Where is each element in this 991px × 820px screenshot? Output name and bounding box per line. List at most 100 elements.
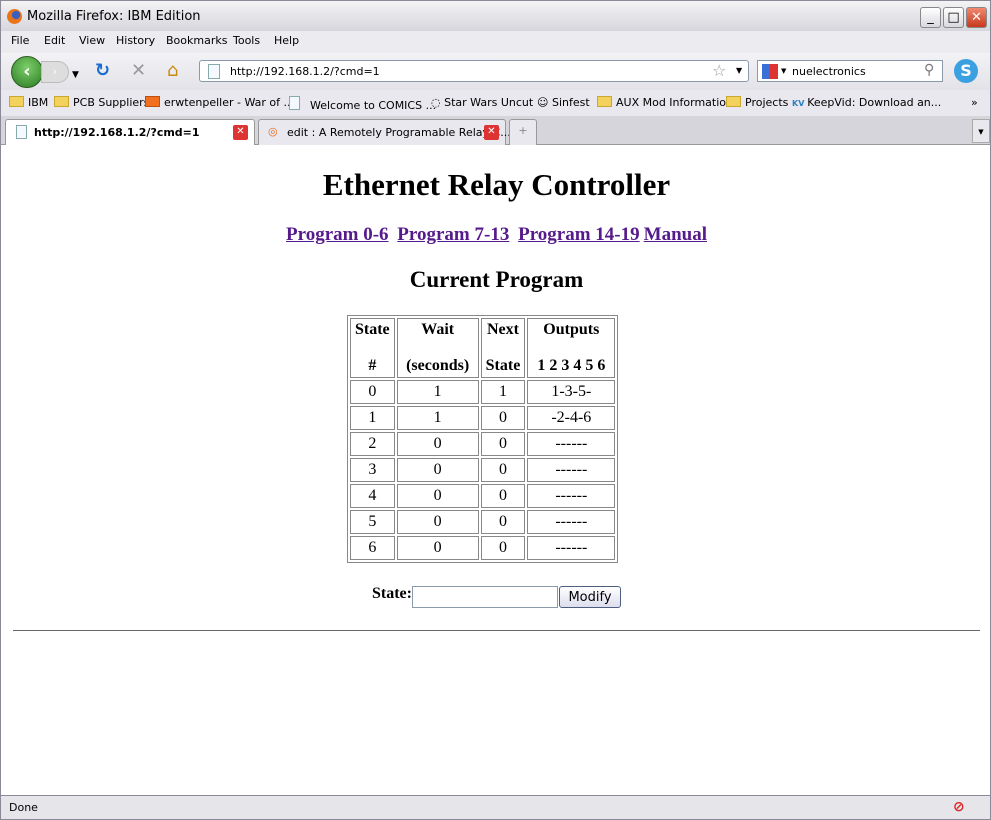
bookmark-item[interactable]: AUX Mod Information bbox=[597, 96, 733, 109]
table-cell: 1 bbox=[350, 406, 395, 430]
table-row: 2 0 0 ------ bbox=[350, 432, 616, 456]
table-cell: ------ bbox=[527, 432, 616, 456]
close-tab-icon[interactable]: ✕ bbox=[484, 125, 499, 140]
page-icon bbox=[289, 96, 300, 110]
reload-icon[interactable]: ↻ bbox=[95, 61, 110, 81]
table-cell: 0 bbox=[396, 536, 479, 560]
cloud-icon bbox=[145, 96, 160, 107]
new-tab-button[interactable]: + bbox=[509, 119, 537, 145]
search-icon[interactable]: ⚲ bbox=[924, 62, 934, 78]
status-bar: Done ⊘ bbox=[0, 795, 991, 820]
bookmark-item[interactable]: Projects bbox=[726, 96, 788, 109]
skype-icon[interactable]: S bbox=[954, 59, 978, 83]
menu-help[interactable]: Help bbox=[274, 34, 299, 47]
table-cell: 1 bbox=[396, 406, 479, 430]
url-bar[interactable]: http://192.168.1.2/?cmd=1 ☆ ▼ bbox=[199, 60, 749, 82]
folder-icon bbox=[726, 96, 741, 107]
menu-file[interactable]: File bbox=[11, 34, 29, 47]
table-cell: ------ bbox=[527, 510, 616, 534]
column-header: Next State bbox=[480, 318, 526, 378]
tab-bar: http://192.168.1.2/?cmd=1 ✕ ◎ edit : A R… bbox=[0, 116, 991, 146]
bookmark-item[interactable]: Welcome to COMICS ... bbox=[289, 96, 436, 112]
star-wars-icon: ◌ bbox=[431, 96, 445, 109]
forward-button[interactable]: › bbox=[41, 61, 69, 83]
url-dropdown-icon[interactable]: ▼ bbox=[736, 66, 742, 75]
google-icon[interactable] bbox=[762, 64, 778, 79]
bookmark-item[interactable]: KV KeepVid: Download an... bbox=[792, 96, 941, 109]
tab-edit[interactable]: ◎ edit : A Remotely Programable Relay C.… bbox=[258, 119, 511, 145]
keepvid-icon: KV bbox=[792, 99, 808, 108]
table-cell: 0 bbox=[480, 484, 526, 508]
bookmarks-toolbar: IBM PCB Suppliers erwtenpeller - War of … bbox=[0, 90, 991, 116]
status-text: Done bbox=[9, 801, 38, 814]
column-header: Wait (seconds) bbox=[396, 318, 479, 378]
menu-history[interactable]: History bbox=[116, 34, 155, 47]
bookmark-label: Projects bbox=[745, 96, 789, 109]
adblock-icon[interactable]: ⊘ bbox=[953, 799, 965, 815]
engine-dropdown-icon[interactable]: ▼ bbox=[781, 67, 786, 75]
home-icon[interactable]: ⌂ bbox=[167, 61, 178, 81]
table-cell: 1-3-5- bbox=[527, 380, 616, 404]
table-cell: 0 bbox=[480, 510, 526, 534]
table-cell: 0 bbox=[396, 432, 479, 456]
link-program-0-6[interactable]: Program 0-6 bbox=[286, 224, 389, 245]
table-cell: 5 bbox=[350, 510, 395, 534]
bookmark-label: Star Wars Uncut bbox=[444, 96, 534, 109]
bookmarks-overflow-button[interactable]: » bbox=[971, 96, 978, 109]
folder-icon bbox=[597, 96, 612, 107]
table-row: 4 0 0 ------ bbox=[350, 484, 616, 508]
minimize-button[interactable]: _ bbox=[920, 7, 941, 28]
page-content: Ethernet Relay Controller Program 0-6 Pr… bbox=[0, 145, 991, 795]
back-button[interactable]: ‹ bbox=[11, 56, 43, 88]
menu-tools[interactable]: Tools bbox=[233, 34, 260, 47]
bookmark-item[interactable]: IBM bbox=[9, 96, 48, 109]
table-cell: ------ bbox=[527, 536, 616, 560]
maximize-button[interactable]: □ bbox=[943, 7, 964, 28]
table-cell: 0 bbox=[480, 458, 526, 482]
section-heading: Current Program bbox=[409, 267, 584, 292]
tab-label: edit : A Remotely Programable Relay C... bbox=[287, 126, 511, 139]
modify-button[interactable]: Modify bbox=[559, 586, 621, 608]
menu-view[interactable]: View bbox=[79, 34, 105, 47]
program-table: State # Wait (seconds) Next State Outputs 1 2 3… bbox=[347, 315, 619, 563]
table-cell: 3 bbox=[350, 458, 395, 482]
menu-edit[interactable]: Edit bbox=[44, 34, 65, 47]
face-icon: ☺ bbox=[537, 96, 552, 109]
menu-bar: File Edit View History Bookmarks Tools H… bbox=[0, 31, 991, 53]
divider bbox=[13, 630, 980, 631]
menu-bookmarks[interactable]: Bookmarks bbox=[166, 34, 227, 47]
table-cell: 0 bbox=[350, 380, 395, 404]
state-input[interactable] bbox=[412, 586, 558, 608]
tab-current[interactable]: http://192.168.1.2/?cmd=1 ✕ bbox=[5, 119, 255, 146]
link-manual[interactable]: Manual bbox=[644, 224, 707, 245]
tab-list-button[interactable]: ▼ bbox=[972, 119, 990, 143]
bookmark-item[interactable]: ◌ Star Wars Uncut bbox=[431, 96, 533, 109]
bookmark-item[interactable]: erwtenpeller - War of ... bbox=[145, 96, 294, 109]
table-cell: 0 bbox=[480, 432, 526, 456]
search-input[interactable]: nuelectronics bbox=[792, 65, 866, 78]
bookmark-label: Sinfest bbox=[551, 96, 590, 109]
program-links: Program 0-6 Program 7-13 Program 14-19 Ma… bbox=[1, 224, 991, 246]
table-cell: 6 bbox=[350, 536, 395, 560]
history-dropdown-icon[interactable]: ▼ bbox=[72, 65, 79, 85]
table-cell: 4 bbox=[350, 484, 395, 508]
search-box[interactable]: ▼ nuelectronics ⚲ bbox=[757, 60, 943, 82]
table-cell: 1 bbox=[396, 380, 479, 404]
table-row: 1 1 0 -2-4-6 bbox=[350, 406, 616, 430]
column-header: State # bbox=[350, 318, 395, 378]
table-row: 3 0 0 ------ bbox=[350, 458, 616, 482]
bookmark-star-icon[interactable]: ☆ bbox=[712, 61, 726, 80]
table-cell: 1 bbox=[480, 380, 526, 404]
bookmark-item[interactable]: PCB Suppliers bbox=[54, 96, 149, 109]
table-cell: 0 bbox=[396, 510, 479, 534]
bookmark-label: KeepVid: Download an... bbox=[807, 96, 942, 109]
close-button[interactable]: ✕ bbox=[966, 7, 987, 28]
stop-icon[interactable]: ✕ bbox=[131, 61, 146, 81]
link-program-7-13[interactable]: Program 7-13 bbox=[397, 224, 509, 245]
bookmark-label: PCB Suppliers bbox=[73, 96, 150, 109]
column-header: Outputs 1 2 3 4 5 6 bbox=[527, 318, 616, 378]
link-program-14-19[interactable]: Program 14-19 bbox=[518, 224, 640, 245]
table-cell: 2 bbox=[350, 432, 395, 456]
close-tab-icon[interactable]: ✕ bbox=[233, 125, 248, 140]
bookmark-item[interactable]: ☺ Sinfest bbox=[537, 96, 590, 109]
